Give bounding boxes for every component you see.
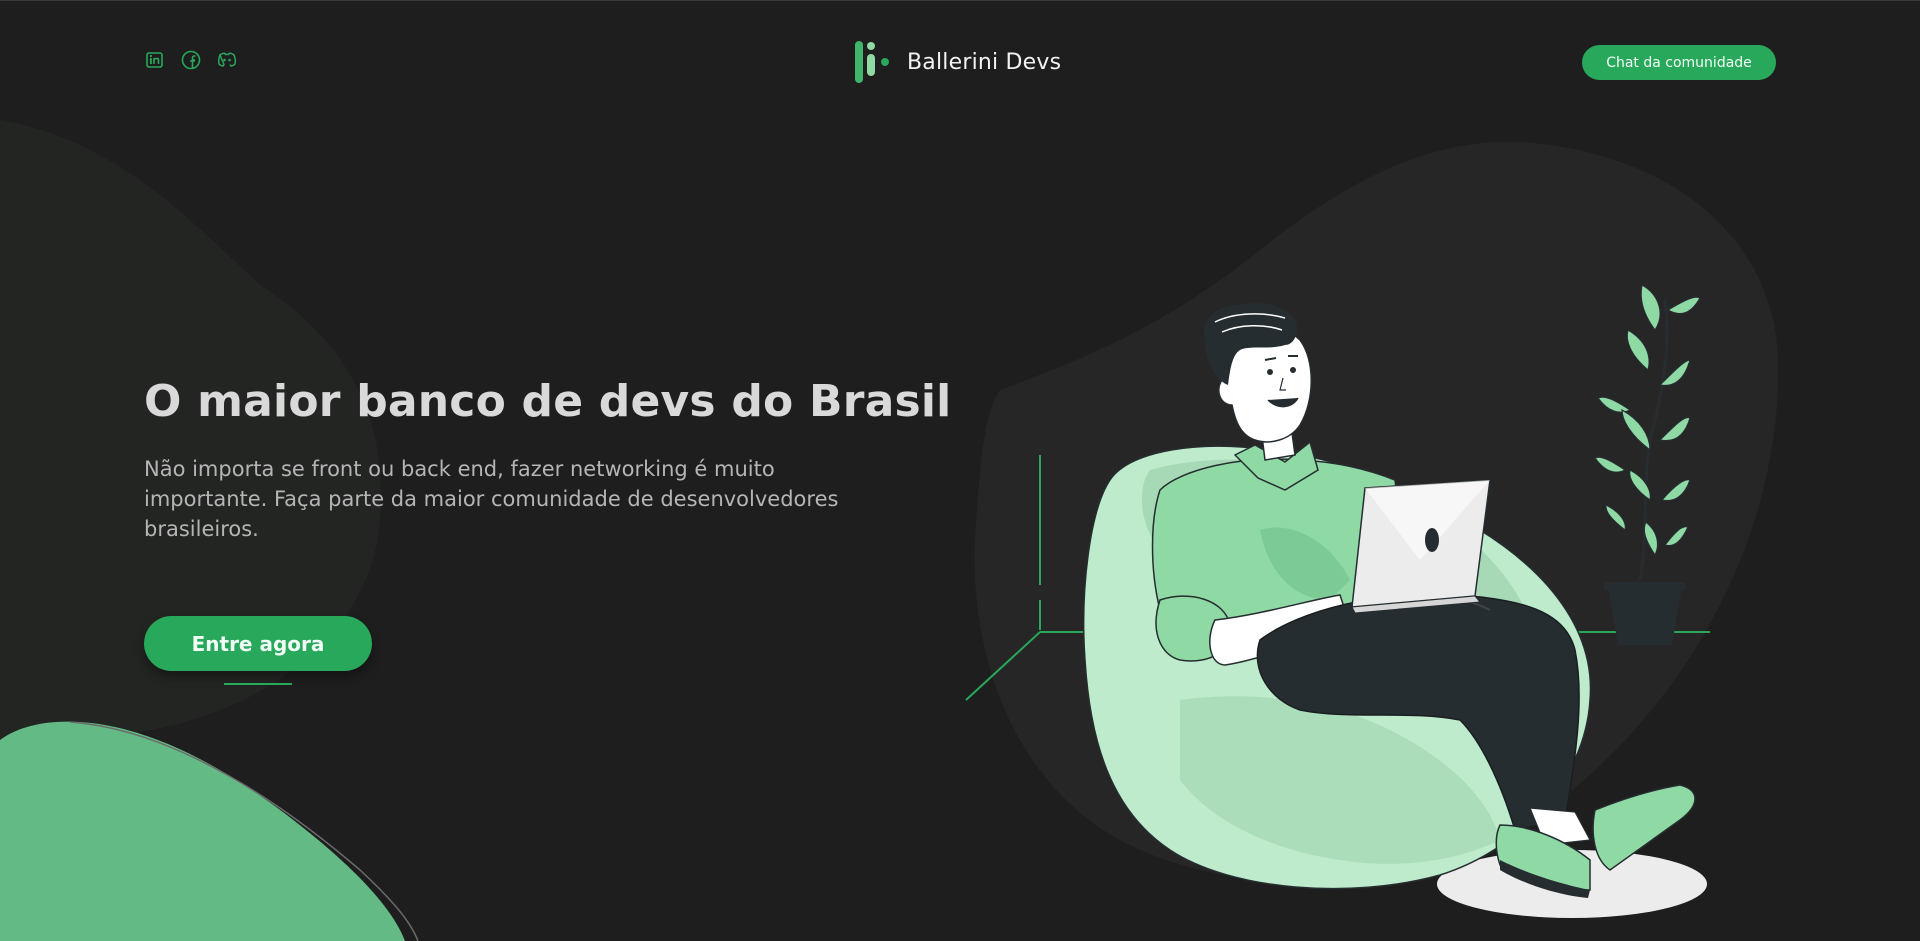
- hero-subtitle: Não importa se front ou back end, fazer …: [144, 457, 839, 541]
- social-links: [144, 49, 238, 71]
- cta-underline: [224, 683, 292, 685]
- facebook-icon[interactable]: [180, 49, 202, 71]
- brand[interactable]: Ballerini Devs: [853, 40, 1061, 84]
- linkedin-icon[interactable]: [144, 49, 166, 71]
- ballerini-logo-icon: [855, 41, 889, 83]
- developer-illustration: [965, 284, 1710, 918]
- hero-title: O maior banco de devs do Brasil: [144, 376, 952, 427]
- plant: [1594, 284, 1701, 645]
- site-header: Ballerini Devs Chat da comunidade: [0, 0, 1920, 120]
- brand-name: Ballerini Devs: [907, 49, 1062, 75]
- bottom-green-blob: [0, 721, 405, 941]
- community-chat-button[interactable]: Chat da comunidade: [1582, 45, 1776, 80]
- join-now-button[interactable]: Entre agora: [144, 616, 372, 671]
- discord-icon[interactable]: [216, 49, 238, 71]
